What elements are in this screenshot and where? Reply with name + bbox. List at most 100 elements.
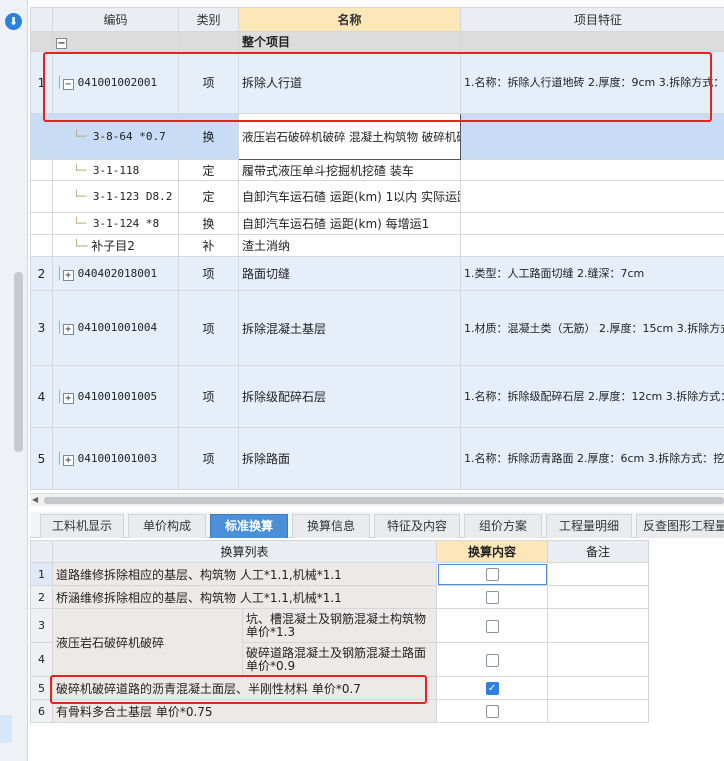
conversion-text: 破碎道路混凝土及钢筋混凝土路面 单价*0.9 [241,642,438,677]
row-name[interactable]: 渣土消纳 [238,234,461,257]
section-label: 整个项目 [238,31,461,52]
conversion-text: 坑、槽混凝土及钢筋混凝土构筑物 单价*1.3 [241,608,438,643]
row-code: 补子目2 [91,239,135,253]
row-features[interactable]: 1.名称：拆除级配碎石层 2.厚度：12cm 3.拆除方式：挖机带破碎头拆除 4… [460,365,724,428]
table-row[interactable]: └─ 3-8-64 *0.7 换 液压岩石破碎机破碎 混凝土构筑物 破碎机破碎道… [30,113,724,160]
conversion-row[interactable]: 3 液压岩石破碎机破碎 坑、槽混凝土及钢筋混凝土构筑物 单价*1.3 [30,608,650,677]
row-name[interactable]: 自卸汽车运石碴 运距(km) 1以内 实际运距(km):8.2 [238,180,461,213]
row-type: 项 [178,51,239,114]
conversion-text: 桥涵维修拆除相应的基层、构筑物 人工*1.1,机械*1.1 [51,585,438,609]
header-conversion-list[interactable]: 换算列表 [51,540,438,563]
table-row[interactable]: └─ 3-1-124 *8 换 自卸汽车运石碴 运距(km) 每增运1 [30,212,724,235]
tab-features-content[interactable]: 特征及内容 [374,514,460,538]
table-row[interactable]: 4 │ +041001001005 项 拆除级配碎石层 1.名称：拆除级配碎石层 … [30,365,724,428]
plus-box-icon[interactable]: + [62,454,74,466]
left-scrollbar-thumb[interactable] [14,272,23,452]
header-name[interactable]: 名称 [238,7,461,32]
table-row[interactable]: 5 │ +041001001003 项 拆除路面 1.名称：拆除沥青路面 2.厚度… [30,427,724,490]
row-type: 补 [178,234,239,257]
conversion-note[interactable] [547,585,650,609]
conversion-checkbox[interactable] [485,568,499,581]
row-features[interactable]: 1.材质：混凝土类（无筋） 2.厚度：15cm 3.拆除方式：挖机带破碎头拆除 … [460,290,724,366]
left-side-strip: ⬇ [0,0,28,761]
row-name[interactable]: 拆除级配碎石层 [238,365,461,428]
conversion-note[interactable] [547,642,650,677]
conversion-row[interactable]: 6 有骨料多合土基层 单价*0.75 [30,699,650,723]
checkmark-icon[interactable]: ✓ [485,682,499,695]
plus-box-icon[interactable]: + [62,324,74,335]
row-type: 项 [178,256,239,291]
conversion-row[interactable]: 1 道路维修拆除相应的基层、构筑物 人工*1.1,机械*1.1 [30,562,650,586]
tab-standard-conversion[interactable]: 标准换算 [210,514,288,538]
row-code: 3-1-124 *8 [92,217,160,230]
grid-header-row: 编码 类别 名称 项目特征 [30,7,724,32]
plus-box-icon[interactable]: + [62,392,74,404]
row-features[interactable] [460,113,724,160]
row-type: 换 [178,113,239,160]
row-features[interactable] [460,234,724,257]
conversion-note[interactable] [547,562,650,586]
minus-box-icon[interactable]: − [62,78,74,90]
table-row[interactable]: └─ 补子目2 补 渣土消纳 [30,234,724,257]
table-row[interactable]: 3 │ +041001001004 项 拆除混凝土基层 1.材质：混凝土类（无筋）… [30,290,724,366]
row-type: 项 [178,365,239,428]
left-active-indicator [0,715,12,743]
header-type[interactable]: 类别 [178,7,239,32]
row-name[interactable]: 拆除路面 [238,427,461,490]
row-features[interactable] [460,159,724,181]
row-name[interactable]: 拆除人行道 [238,51,461,114]
row-features[interactable]: 1.名称：拆除人行道地砖 2.厚度：9cm 3.拆除方式：挖机带破碎头拆除 4.… [460,51,724,114]
row-code: 041001001003 [77,451,158,465]
row-features[interactable] [460,212,724,235]
bill-items-grid: 编码 类别 名称 项目特征 − 整个项目 1 │ −041001002001 项 … [30,7,724,493]
conversion-checkbox[interactable] [485,653,499,667]
conversion-note[interactable] [547,699,650,723]
row-name[interactable]: 履带式液压单斗挖掘机挖碴 装车 [238,159,461,181]
conversion-note[interactable] [547,676,650,700]
table-row[interactable]: 2 │ +040402018001 项 路面切缝 1.类型：人工路面切缝 2.缝深… [30,256,724,291]
row-index: 2 [30,256,53,291]
scroll-left-icon[interactable]: ◀ [32,495,38,504]
header-code[interactable]: 编码 [52,7,179,32]
conversion-checkbox[interactable] [485,705,499,718]
conversion-checkbox[interactable] [485,591,499,604]
conversion-grid: 换算列表 换算内容 备注 1 道路维修拆除相应的基层、构筑物 人工*1.1,机械… [30,540,650,723]
conversion-note[interactable] [547,608,650,643]
header-conversion-content[interactable]: 换算内容 [436,540,549,563]
tab-unit-price[interactable]: 单价构成 [128,514,206,538]
tab-pricing-scheme[interactable]: 组价方案 [464,514,542,538]
tab-quantity-detail[interactable]: 工程量明细 [546,514,632,538]
tab-reverse-graph[interactable]: 反查图形工程量 [636,514,724,538]
table-row[interactable]: └─ 3-1-118 定 履带式液压单斗挖掘机挖碴 装车 [30,159,724,181]
row-code: 040402018001 [77,266,158,280]
download-arrow-icon[interactable]: ⬇ [5,13,22,30]
header-features[interactable]: 项目特征 [460,7,724,32]
table-row[interactable]: 1 │ −041001002001 项 拆除人行道 1.名称：拆除人行道地砖 2.… [30,51,724,114]
row-type: 项 [178,290,239,366]
section-row[interactable]: − 整个项目 [30,31,724,52]
row-code: 3-1-118 [92,163,140,177]
row-index: 1 [30,51,53,114]
row-features[interactable]: 1.类型：人工路面切缝 2.缝深：7cm [460,256,724,291]
header-note[interactable]: 备注 [547,540,650,563]
row-features[interactable]: 1.名称：拆除沥青路面 2.厚度：6cm 3.拆除方式：挖机带破碎头拆除 4.运… [460,427,724,490]
row-code: 041001002001 [77,75,158,89]
row-name[interactable]: 自卸汽车运石碴 运距(km) 每增运1 [238,212,461,235]
conversion-text: 破碎机破碎道路的沥青混凝土面层、半刚性材料 单价*0.7 [51,676,438,700]
conversion-row[interactable]: 5 破碎机破碎道路的沥青混凝土面层、半刚性材料 单价*0.7 ✓ [30,676,650,700]
row-index: 3 [30,290,53,366]
row-name[interactable]: 路面切缝 [238,256,461,291]
horizontal-scrollbar-thumb[interactable] [44,497,724,504]
conversion-text: 有骨料多合土基层 单价*0.75 [51,699,438,723]
row-name[interactable]: 拆除混凝土基层 [238,290,461,366]
row-features[interactable] [460,180,724,213]
table-row[interactable]: └─ 3-1-123 D8.2 定 自卸汽车运石碴 运距(km) 1以内 实际运… [30,180,724,213]
horizontal-scrollbar[interactable]: ◀ [30,493,724,506]
row-name-editing[interactable]: 液压岩石破碎机破碎 混凝土构筑物 破碎机破碎道路的沥青混凝土面层、半刚性材料 单… [238,113,461,160]
plus-box-icon[interactable]: + [62,269,74,281]
conversion-checkbox[interactable] [485,619,499,633]
minus-box-icon[interactable]: − [56,38,67,49]
conversion-row[interactable]: 2 桥涵维修拆除相应的基层、构筑物 人工*1.1,机械*1.1 [30,585,650,609]
tab-material-display[interactable]: 工料机显示 [40,514,124,538]
tab-conversion-info[interactable]: 换算信息 [292,514,370,538]
